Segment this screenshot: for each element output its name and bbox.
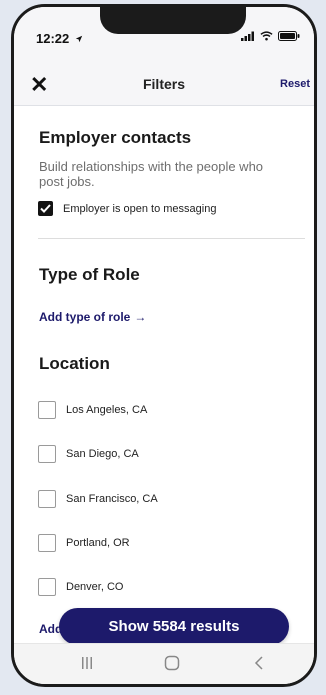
battery-icon [278,31,300,41]
show-results-button[interactable]: Show 5584 results [59,608,289,645]
phone-notch [100,7,246,34]
recent-apps-icon[interactable] [81,654,93,672]
checkbox-row-location[interactable]: San Diego, CA [38,445,139,463]
checkbox-label: Denver, CO [66,581,124,593]
arrow-right-icon: → [134,310,147,324]
back-icon[interactable] [254,654,264,672]
checkbox-label: Portland, OR [66,537,130,549]
home-icon[interactable] [164,654,180,672]
checkbox-unchecked[interactable] [38,490,56,508]
status-icons [241,31,300,41]
checkbox-unchecked[interactable] [38,578,56,596]
reset-button[interactable]: Reset [280,78,310,90]
checkmark-icon [40,204,51,213]
checkbox-row-location[interactable]: Denver, CO [38,578,123,596]
checkbox-unchecked[interactable] [38,534,56,552]
checkbox-label: Los Angeles, CA [66,404,148,416]
page-title: Filters [142,76,185,92]
checkbox-row-location[interactable]: San Francisco, CA [38,490,158,508]
location-arrow-icon [75,35,83,43]
cellular-signal-icon [241,31,254,41]
wifi-icon [260,31,273,41]
checkbox-checked[interactable] [38,201,53,216]
checkbox-label: Employer is open to messaging [63,202,217,215]
section-divider [38,238,305,239]
filters-header: ✕ Filters Reset [14,65,314,106]
phone-frame: 12:22 ✕ Filters Reset Employer contacts … [11,4,317,687]
status-time: 12:22 [36,31,83,46]
checkbox-row-location[interactable]: Portland, OR [38,534,130,552]
checkbox-row-employer-messaging[interactable]: Employer is open to messaging [38,201,216,216]
employer-contacts-description: Build relationships with the people who … [39,159,264,189]
checkbox-unchecked[interactable] [38,445,56,463]
checkbox-unchecked[interactable] [38,401,56,419]
section-title-location: Location [39,354,110,373]
section-title-type-of-role: Type of Role [39,265,140,284]
filters-content[interactable]: Employer contacts Build relationships wi… [14,106,314,644]
checkbox-label: San Francisco, CA [66,493,158,505]
android-navigation-bar [14,643,314,684]
section-title-employer-contacts: Employer contacts [39,128,192,147]
checkbox-row-location[interactable]: Los Angeles, CA [38,401,147,419]
add-type-of-role-label: Add type of role [39,310,131,324]
checkbox-label: San Diego, CA [66,448,139,460]
add-type-of-role-link[interactable]: Add type of role → [39,310,146,324]
